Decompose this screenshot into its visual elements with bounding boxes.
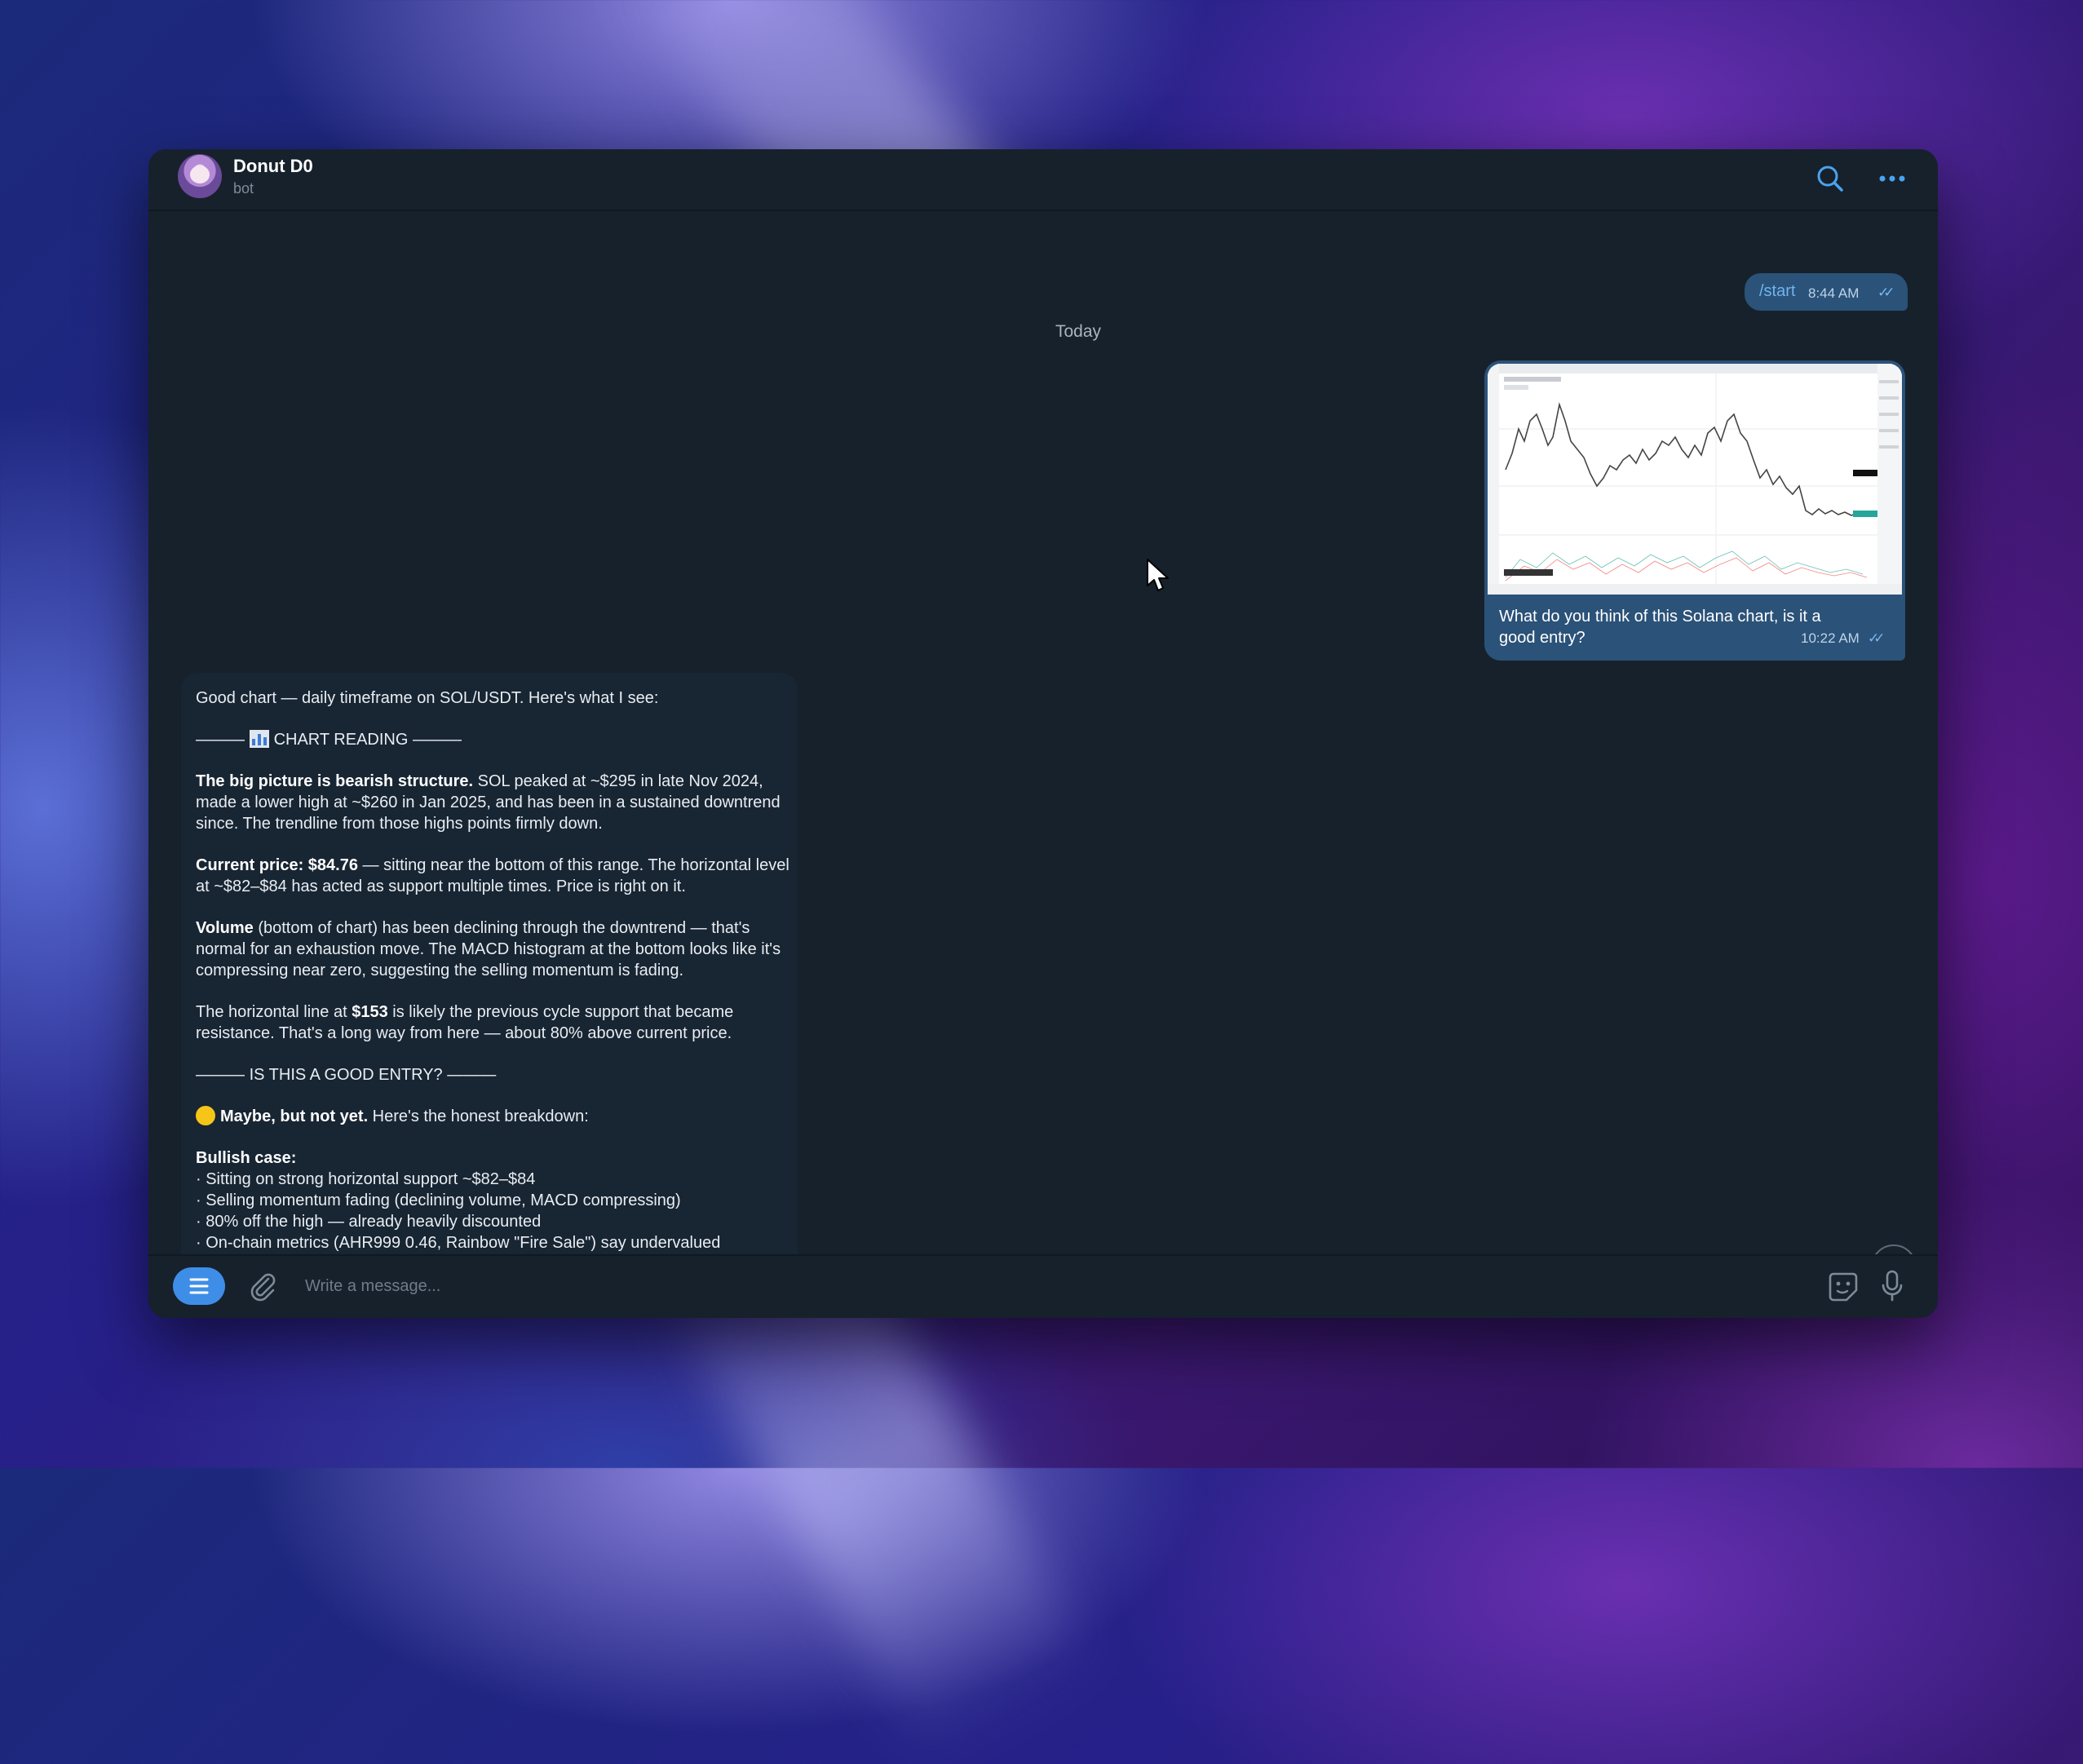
message-input[interactable] <box>303 1267 1775 1305</box>
menu-icon <box>189 1278 209 1294</box>
message-paragraph: Current price: $84.76 — sitting near the… <box>196 856 789 895</box>
list-item: · 80% off the high — already heavily dis… <box>196 1213 542 1231</box>
section-heading: ——— CHART READING ——— <box>196 730 462 749</box>
message-paragraph: The horizontal line at $153 is likely th… <box>196 1003 734 1042</box>
message-composer <box>148 1254 1938 1318</box>
yellow-circle-icon <box>196 1106 215 1125</box>
bar-chart-icon <box>249 730 269 748</box>
message-text[interactable]: /start <box>1759 282 1795 301</box>
chat-title[interactable]: Donut D0 <box>233 156 313 177</box>
date-separator: Today <box>1055 322 1102 341</box>
message-paragraph: The big picture is bearish structure. SO… <box>196 772 781 833</box>
paperclip-icon[interactable] <box>246 1269 279 1303</box>
sticker-icon[interactable] <box>1825 1269 1861 1305</box>
incoming-message[interactable]: Good chart — daily timeframe on SOL/USDT… <box>181 673 798 1318</box>
section-heading: ——— IS THIS A GOOD ENTRY? ——— <box>196 1066 497 1084</box>
list-item: · On-chain metrics (AHR999 0.46, Rainbow… <box>196 1234 721 1252</box>
avatar[interactable] <box>178 154 222 198</box>
read-check-icon: ✓✓ <box>1877 285 1895 300</box>
message-text[interactable]: Good chart — daily timeframe on SOL/USDT… <box>196 687 789 1253</box>
list-title: Bullish case: <box>196 1149 297 1167</box>
telegram-window: Donut D0 bot /start 8:44 AM ✓✓ Today Wha… <box>148 149 1938 1318</box>
message-list[interactable]: /start 8:44 AM ✓✓ Today What do you thin… <box>148 211 1938 1318</box>
chart-screenshot-image[interactable] <box>1488 364 1902 595</box>
list-item: · Selling momentum fading (declining vol… <box>196 1191 681 1209</box>
microphone-icon[interactable] <box>1876 1267 1908 1305</box>
bot-menu-button[interactable] <box>173 1267 225 1305</box>
chat-subtitle: bot <box>233 180 254 197</box>
mouse-cursor-icon <box>1146 558 1170 594</box>
chat-header: Donut D0 bot <box>148 149 1938 211</box>
message-paragraph: Maybe, but not yet. Here's the honest br… <box>196 1106 789 1127</box>
message-paragraph: Good chart — daily timeframe on SOL/USDT… <box>196 689 659 707</box>
message-time: 10:22 AM <box>1801 630 1860 646</box>
more-options-icon[interactable] <box>1876 162 1908 195</box>
list-item: · Sitting on strong horizontal support ~… <box>196 1170 536 1188</box>
read-check-icon: ✓✓ <box>1868 630 1885 646</box>
message-paragraph: Volume (bottom of chart) has been declin… <box>196 919 781 979</box>
outgoing-image-message[interactable]: What do you think of this Solana chart, … <box>1484 360 1905 661</box>
search-icon[interactable] <box>1814 162 1846 195</box>
outgoing-message[interactable]: /start 8:44 AM ✓✓ <box>1745 273 1908 311</box>
message-time: 8:44 AM <box>1808 285 1860 301</box>
